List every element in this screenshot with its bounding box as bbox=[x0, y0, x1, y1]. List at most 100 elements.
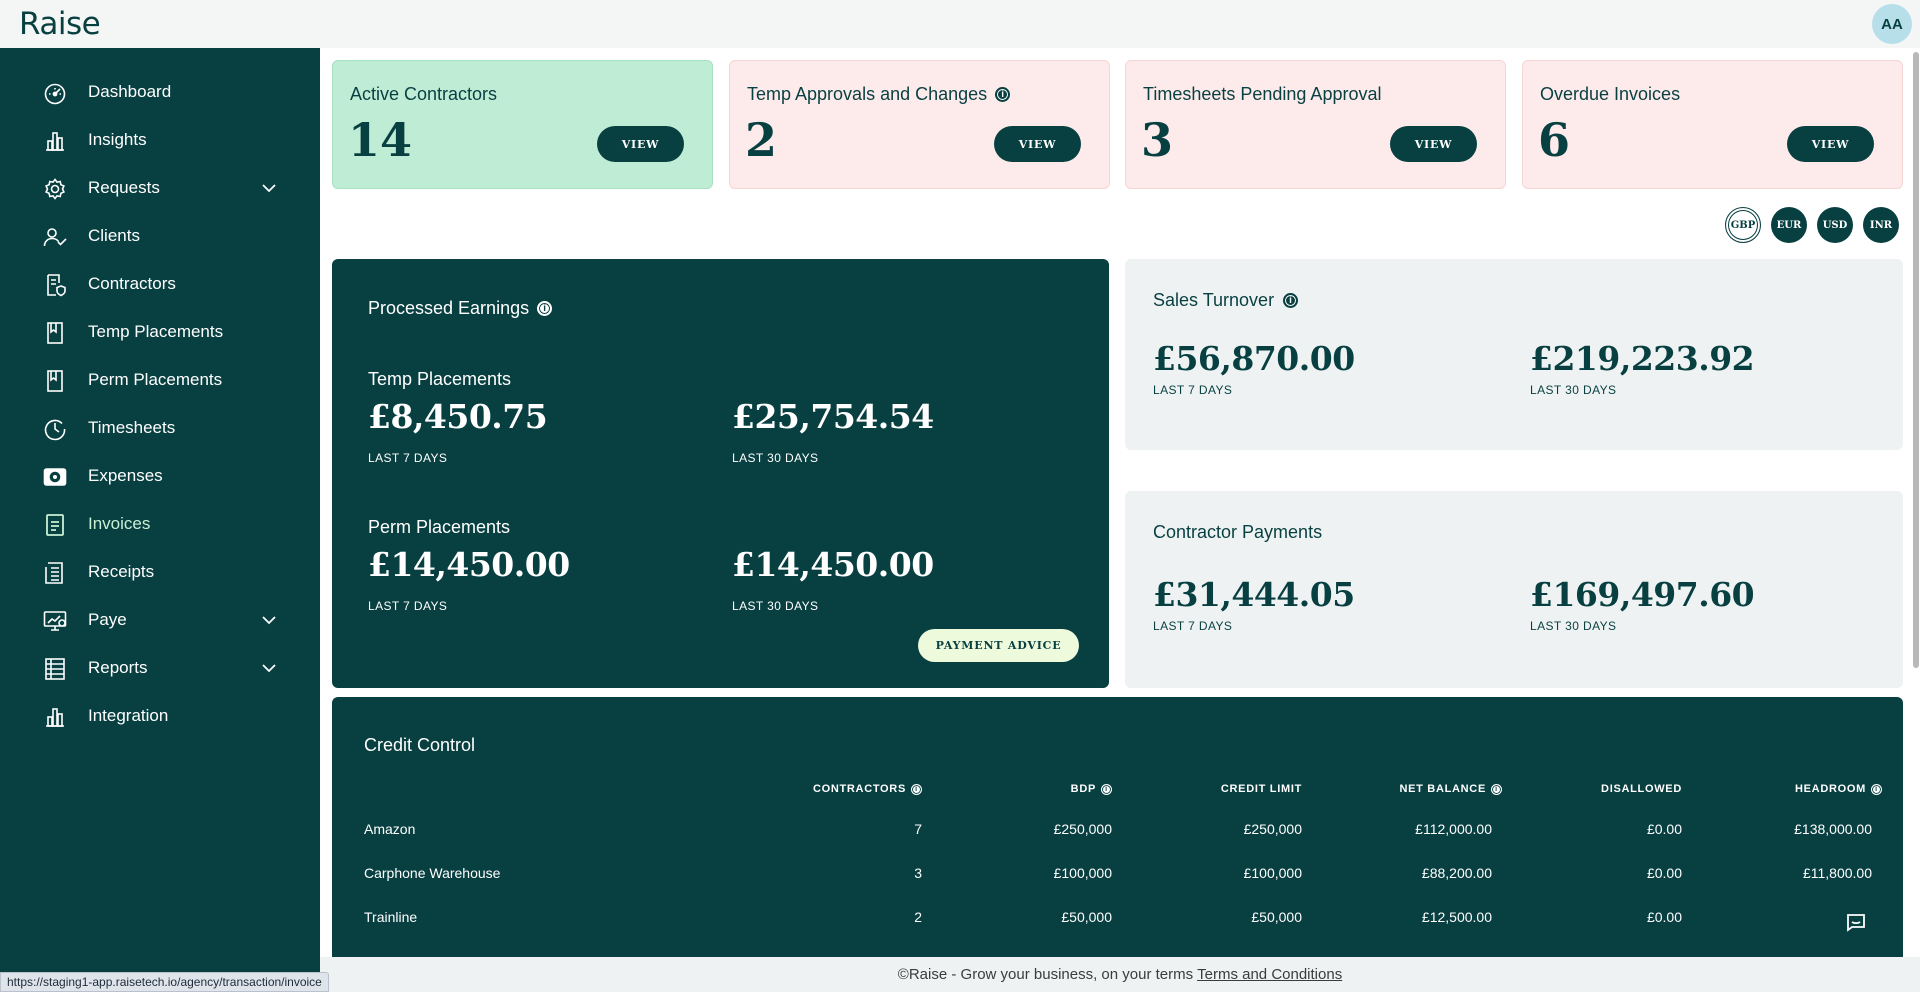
paye-monitor-icon bbox=[42, 609, 68, 633]
sidebar-item-insights[interactable]: Insights bbox=[0, 120, 320, 160]
column-header-net-balance[interactable]: NET BALANCE i bbox=[1342, 783, 1502, 795]
stat-count: 3 bbox=[1141, 113, 1174, 167]
column-header-credit-limit[interactable]: CREDIT LIMIT bbox=[1152, 783, 1302, 795]
table-cell: £250,000 bbox=[1243, 821, 1302, 837]
stat-title: Overdue Invoices bbox=[1540, 84, 1681, 104]
card-title: Credit Control bbox=[364, 735, 476, 755]
terms-link[interactable]: Terms and Conditions bbox=[1197, 966, 1342, 983]
period-label: LAST 30 DAYS bbox=[1530, 383, 1617, 397]
stat-card-active-contractors: Active Contractors 14 VIEW bbox=[332, 60, 713, 189]
chevron-down-icon[interactable] bbox=[260, 612, 278, 628]
sidebar-item-dashboard[interactable]: Dashboard bbox=[0, 72, 320, 112]
sidebar-item-contractors[interactable]: Contractors bbox=[0, 264, 320, 304]
temp-last30-amount: £25,754.54 bbox=[732, 397, 934, 436]
table-cell: 3 bbox=[914, 865, 922, 881]
chevron-down-icon[interactable] bbox=[260, 660, 278, 676]
cash-icon bbox=[42, 465, 68, 489]
sidebar-item-label: Temp Placements bbox=[88, 322, 224, 341]
dashboard-icon bbox=[42, 81, 68, 105]
user-avatar[interactable]: AA bbox=[1872, 4, 1912, 44]
info-icon[interactable]: i bbox=[537, 301, 553, 316]
chat-launcher-button[interactable] bbox=[1835, 903, 1877, 945]
table-cell-client[interactable]: Amazon bbox=[364, 821, 415, 837]
currency-gbp-button[interactable]: GBP bbox=[1725, 207, 1761, 243]
temp-last7-amount: £8,450.75 bbox=[368, 397, 548, 436]
sidebar-item-perm-placements[interactable]: Perm Placements bbox=[0, 360, 320, 400]
table-cell-client[interactable]: Trainline bbox=[364, 909, 417, 925]
footer: ©Raise - Grow your business, on your ter… bbox=[320, 957, 1920, 992]
card-title: Contractor Payments bbox=[1153, 522, 1323, 542]
info-icon[interactable]: i bbox=[1283, 293, 1299, 308]
sidebar-item-label: Contractors bbox=[88, 274, 176, 293]
raise-logo[interactable]: Raise bbox=[19, 6, 101, 42]
chat-bubble-icon bbox=[1845, 911, 1867, 938]
gear-icon bbox=[42, 177, 68, 201]
sidebar-item-requests[interactable]: Requests bbox=[0, 168, 320, 208]
chevron-down-icon[interactable] bbox=[260, 180, 278, 196]
info-icon[interactable]: i bbox=[911, 783, 922, 795]
view-button[interactable]: VIEW bbox=[597, 126, 684, 162]
sidebar-item-timesheets[interactable]: Timesheets bbox=[0, 408, 320, 448]
period-label: LAST 30 DAYS bbox=[732, 599, 819, 613]
view-button[interactable]: VIEW bbox=[994, 126, 1081, 162]
sales-turnover-card: Sales Turnover i £56,870.00 LAST 7 DAYS £… bbox=[1125, 259, 1903, 450]
sidebar-item-integration[interactable]: Integration bbox=[0, 696, 320, 736]
period-label: LAST 7 DAYS bbox=[368, 451, 448, 465]
table-cell: £0.00 bbox=[1646, 821, 1682, 837]
sidebar-item-paye[interactable]: Paye bbox=[0, 600, 320, 640]
sidebar-item-label: Integration bbox=[88, 706, 169, 725]
perm-last7-amount: £14,450.00 bbox=[368, 545, 570, 584]
stat-title: Temp Approvals and Changes i bbox=[747, 84, 1011, 105]
table-cell: 7 bbox=[914, 821, 922, 837]
sidebar-item-clients[interactable]: Clients bbox=[0, 216, 320, 256]
sidebar-item-label: Clients bbox=[88, 226, 140, 245]
sidebar-item-label: Reports bbox=[88, 658, 148, 677]
table-cell: £138,000.00 bbox=[1794, 821, 1872, 837]
sidebar-item-temp-placements[interactable]: Temp Placements bbox=[0, 312, 320, 352]
contractor-badge-icon bbox=[42, 273, 68, 297]
column-header-headroom[interactable]: HEADROOM i bbox=[1722, 783, 1882, 795]
table-cell: £88,200.00 bbox=[1421, 865, 1492, 881]
contractor-payments-card: Contractor Payments £31,444.05 LAST 7 DA… bbox=[1125, 491, 1903, 688]
sidebar-item-label: Perm Placements bbox=[88, 370, 223, 389]
column-header-disallowed[interactable]: DISALLOWED bbox=[1532, 783, 1682, 795]
view-button[interactable]: VIEW bbox=[1787, 126, 1874, 162]
period-label: LAST 30 DAYS bbox=[732, 451, 819, 465]
stat-card-timesheets-pending: Timesheets Pending Approval 3 VIEW bbox=[1125, 60, 1506, 189]
perm-last30-amount: £14,450.00 bbox=[732, 545, 934, 584]
table-cell: £0.00 bbox=[1646, 909, 1682, 925]
currency-inr-button[interactable]: INR bbox=[1863, 207, 1899, 243]
info-icon[interactable]: i bbox=[1491, 783, 1502, 795]
table-cell: £50,000 bbox=[1061, 909, 1112, 925]
table-cell: £100,000 bbox=[1243, 865, 1302, 881]
bookmark-page-icon bbox=[42, 369, 68, 393]
currency-usd-button[interactable]: USD bbox=[1817, 207, 1853, 243]
sidebar-item-expenses[interactable]: Expenses bbox=[0, 456, 320, 496]
info-icon[interactable]: i bbox=[995, 87, 1011, 102]
period-label: LAST 7 DAYS bbox=[368, 599, 448, 613]
sidebar-item-receipts[interactable]: Receipts bbox=[0, 552, 320, 592]
page-scrollbar[interactable] bbox=[1912, 48, 1920, 668]
info-icon[interactable]: i bbox=[1101, 783, 1112, 795]
view-button[interactable]: VIEW bbox=[1390, 126, 1477, 162]
column-header-contractors[interactable]: CONTRACTORS i bbox=[772, 783, 922, 795]
table-cell-client[interactable]: Carphone Warehouse bbox=[364, 865, 500, 881]
processed-earnings-card: Processed Earnings i Temp Placements £8,4… bbox=[332, 259, 1109, 688]
sidebar-item-label: Receipts bbox=[88, 562, 155, 581]
stat-card-overdue-invoices: Overdue Invoices 6 VIEW bbox=[1522, 60, 1903, 189]
sidebar-item-label: Expenses bbox=[88, 466, 163, 485]
column-header-bdp[interactable]: BDP i bbox=[962, 783, 1112, 795]
status-bar-url: https://staging1-app.raisetech.io/agency… bbox=[0, 972, 329, 992]
sidebar-item-invoices[interactable]: Invoices bbox=[0, 504, 320, 544]
currency-eur-button[interactable]: EUR bbox=[1771, 207, 1807, 243]
stat-count: 14 bbox=[348, 113, 413, 167]
info-icon[interactable]: i bbox=[1871, 783, 1882, 795]
period-label: LAST 30 DAYS bbox=[1530, 619, 1617, 633]
table-cell: £0.00 bbox=[1646, 865, 1682, 881]
sidebar-item-reports[interactable]: Reports bbox=[0, 648, 320, 688]
stat-title: Timesheets Pending Approval bbox=[1143, 84, 1382, 104]
table-cell: £112,000.00 bbox=[1415, 821, 1492, 837]
period-label: LAST 7 DAYS bbox=[1153, 383, 1233, 397]
payment-advice-button[interactable]: PAYMENT ADVICE bbox=[918, 629, 1079, 662]
payments-last30-amount: £169,497.60 bbox=[1530, 575, 1755, 614]
